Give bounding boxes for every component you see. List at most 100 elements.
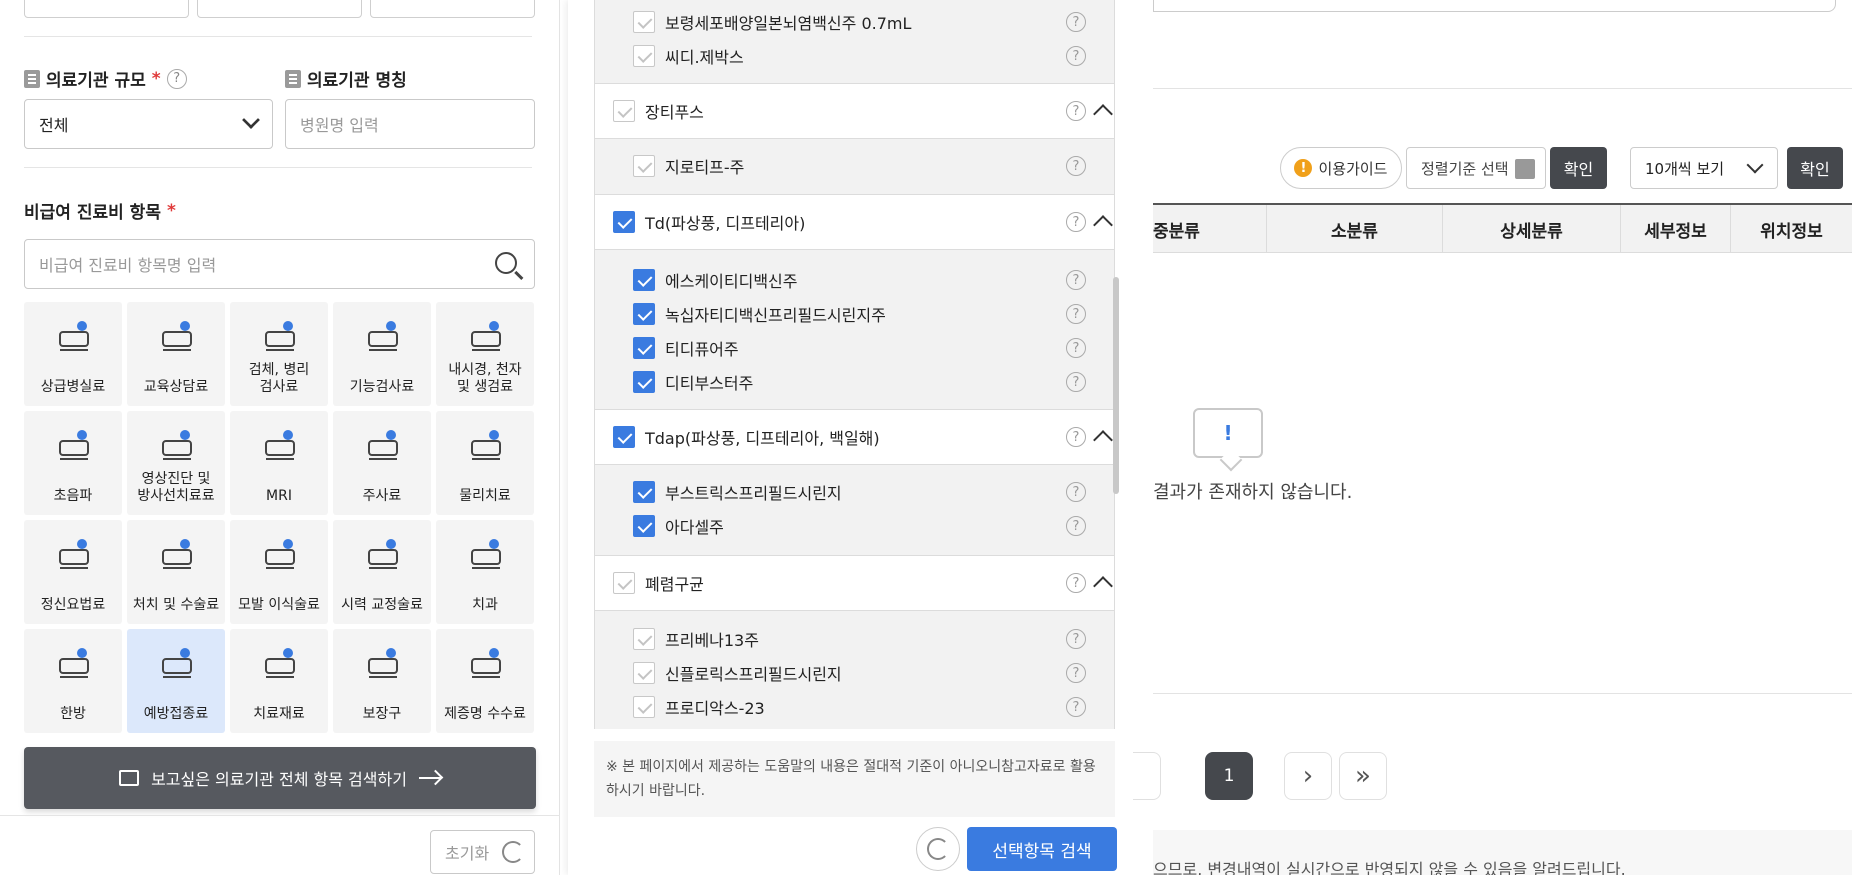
search-selected-button[interactable]: 선택항목 검색	[967, 827, 1117, 871]
list-item[interactable]: 티디퓨어주 ?	[595, 331, 1114, 365]
help-icon[interactable]: ?	[1066, 697, 1086, 717]
group-header-tdap[interactable]: Tdap(파상풍, 디프테리아, 백일해) ?	[595, 409, 1114, 465]
category-tile[interactable]: 보장구	[333, 629, 431, 733]
column-header[interactable]: 소분류	[1266, 205, 1442, 253]
column-header[interactable]: 위치정보	[1730, 205, 1852, 253]
category-tile[interactable]: 기능검사료	[333, 302, 431, 406]
reset-button[interactable]: 초기화	[430, 830, 535, 874]
category-tile[interactable]: 내시경, 천자 및 생검료	[436, 302, 534, 406]
chevron-up-icon[interactable]	[1093, 104, 1113, 124]
scale-select[interactable]: 전체	[24, 99, 273, 149]
category-tile[interactable]: 교육상담료	[127, 302, 225, 406]
checkbox[interactable]	[613, 211, 635, 233]
checkbox[interactable]	[633, 337, 655, 359]
column-header[interactable]: 세부정보	[1620, 205, 1730, 253]
category-tile[interactable]: 처치 및 수술료	[127, 520, 225, 624]
sort-select[interactable]: 정렬기준 선택	[1406, 147, 1546, 189]
help-icon[interactable]: ?	[1066, 427, 1086, 447]
help-icon[interactable]: ?	[166, 68, 187, 89]
page-button-current[interactable]: 1	[1205, 752, 1253, 800]
help-icon[interactable]: ?	[1066, 629, 1086, 649]
checkbox[interactable]	[633, 515, 655, 537]
top-select-1[interactable]	[24, 0, 189, 18]
help-icon[interactable]: ?	[1066, 156, 1086, 176]
category-tile[interactable]: 주사료	[333, 411, 431, 515]
list-item[interactable]: 씨디.제박스 ?	[595, 39, 1114, 73]
checkbox[interactable]	[633, 11, 655, 33]
checkbox[interactable]	[633, 269, 655, 291]
help-icon[interactable]: ?	[1066, 46, 1086, 66]
checkbox[interactable]	[633, 481, 655, 503]
list-item[interactable]: 에스케이티디백신주 ?	[595, 263, 1114, 297]
hospital-name-input[interactable]: 병원명 입력	[285, 99, 535, 149]
help-icon[interactable]: ?	[1066, 212, 1086, 232]
checkbox[interactable]	[633, 628, 655, 650]
usage-guide-button[interactable]: ! 이용가이드	[1280, 147, 1402, 189]
group-header-td[interactable]: Td(파상풍, 디프테리아) ?	[595, 194, 1114, 250]
view-confirm-button[interactable]: 확인	[1787, 147, 1843, 189]
checkbox[interactable]	[613, 426, 635, 448]
help-icon[interactable]: ?	[1066, 338, 1086, 358]
category-tile[interactable]: 물리치료	[436, 411, 534, 515]
help-icon[interactable]: ?	[1066, 482, 1086, 502]
checkbox[interactable]	[613, 572, 635, 594]
category-tile[interactable]: 한방	[24, 629, 122, 733]
scrollbar[interactable]	[1113, 277, 1119, 494]
category-tile[interactable]: 예방접종료	[127, 629, 225, 733]
category-tile[interactable]: 초음파	[24, 411, 122, 515]
search-all-button[interactable]: 보고싶은 의료기관 전체 항목 검색하기	[24, 747, 536, 809]
checkbox[interactable]	[613, 100, 635, 122]
search-icon[interactable]	[495, 252, 517, 274]
checkbox[interactable]	[633, 696, 655, 718]
category-tile[interactable]: 상급병실료	[24, 302, 122, 406]
top-select-3[interactable]	[370, 0, 535, 18]
last-page-button[interactable]: »	[1339, 752, 1387, 800]
column-header[interactable]: 상세분류	[1442, 205, 1620, 253]
help-icon[interactable]: ?	[1066, 372, 1086, 392]
list-item[interactable]: 보령세포배양일본뇌염백신주 0.7mL ?	[595, 5, 1114, 39]
help-icon[interactable]: ?	[1066, 304, 1086, 324]
group-header-typhoid[interactable]: 장티푸스 ?	[595, 83, 1114, 139]
checkbox[interactable]	[633, 155, 655, 177]
group-header-pneumococcus[interactable]: 폐렴구균 ?	[595, 555, 1114, 611]
prev-page-button[interactable]	[1133, 752, 1161, 800]
chevron-up-icon[interactable]	[1093, 576, 1113, 596]
category-tile[interactable]: 시력 교정술료	[333, 520, 431, 624]
list-item[interactable]: 신플로릭스프리필드시린지 ?	[595, 656, 1114, 690]
page-size-select[interactable]: 10개씩 보기	[1630, 147, 1778, 189]
category-tile[interactable]: 검체, 병리 검사료	[230, 302, 328, 406]
category-tile[interactable]: 치과	[436, 520, 534, 624]
list-item[interactable]: 부스트릭스프리필드시린지 ?	[595, 475, 1114, 509]
category-tile[interactable]: 제증명 수수료	[436, 629, 534, 733]
list-item[interactable]: 프리베나13주 ?	[595, 622, 1114, 656]
list-item[interactable]: 디티부스터주 ?	[595, 365, 1114, 399]
category-tile[interactable]: 모발 이식술료	[230, 520, 328, 624]
group-items: 지로티프-주 ?	[595, 139, 1114, 194]
next-page-button[interactable]: ›	[1284, 752, 1332, 800]
list-item[interactable]: 프로디악스-23 ?	[595, 690, 1114, 724]
checkbox[interactable]	[633, 45, 655, 67]
list-item[interactable]: 지로티프-주 ?	[595, 149, 1114, 183]
list-item[interactable]: 아다셀주 ?	[595, 509, 1114, 543]
item-search-input[interactable]: 비급여 진료비 항목명 입력	[24, 239, 535, 289]
chevron-up-icon[interactable]	[1093, 430, 1113, 450]
checkbox[interactable]	[633, 303, 655, 325]
column-header[interactable]: 중분류	[1153, 205, 1265, 253]
help-icon[interactable]: ?	[1066, 573, 1086, 593]
help-icon[interactable]: ?	[1066, 270, 1086, 290]
list-item[interactable]: 녹십자티디백신프리필드시린지주 ?	[595, 297, 1114, 331]
category-tile[interactable]: 정신요법료	[24, 520, 122, 624]
sort-confirm-button[interactable]: 확인	[1550, 147, 1607, 189]
category-tile[interactable]: 영상진단 및 방사선치료료	[127, 411, 225, 515]
checkbox[interactable]	[633, 371, 655, 393]
category-tile[interactable]: MRI	[230, 411, 328, 515]
help-icon[interactable]: ?	[1066, 101, 1086, 121]
chevron-up-icon[interactable]	[1093, 215, 1113, 235]
top-select-2[interactable]	[197, 0, 362, 18]
help-icon[interactable]: ?	[1066, 663, 1086, 683]
help-icon[interactable]: ?	[1066, 516, 1086, 536]
category-tile[interactable]: 치료재료	[230, 629, 328, 733]
help-icon[interactable]: ?	[1066, 12, 1086, 32]
checkbox[interactable]	[633, 662, 655, 684]
refresh-button[interactable]	[916, 827, 960, 871]
